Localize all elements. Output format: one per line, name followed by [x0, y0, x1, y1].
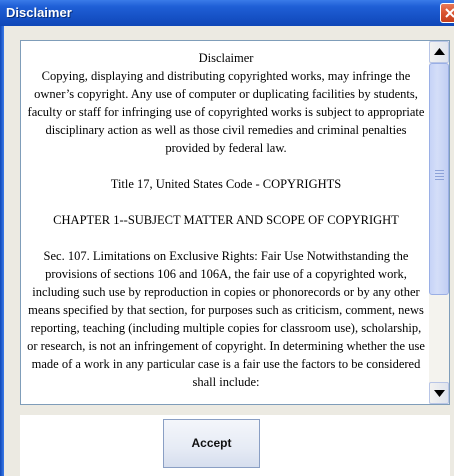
- arrow-down-icon: [434, 390, 445, 397]
- vertical-scrollbar[interactable]: [429, 41, 449, 404]
- grip-line: [435, 170, 444, 171]
- accept-button[interactable]: Accept: [163, 419, 260, 468]
- dialog-content: Disclaimer Copying, displaying and distr…: [4, 26, 454, 476]
- chapter-line: CHAPTER 1--SUBJECT MATTER AND SCOPE OF C…: [53, 213, 399, 227]
- button-bar: Accept: [20, 415, 450, 476]
- window-title: Disclaimer: [6, 5, 72, 20]
- arrow-up-icon: [434, 48, 445, 55]
- section107-text: Sec. 107. Limitations on Exclusive Right…: [27, 249, 425, 389]
- disclaimer-intro: Copying, displaying and distributing cop…: [27, 69, 425, 155]
- close-button[interactable]: [440, 3, 454, 23]
- close-icon: [445, 8, 454, 18]
- disclaimer-dialog: Disclaimer Disclaimer Copying, displayin…: [0, 0, 454, 476]
- grip-line: [435, 179, 444, 180]
- grip-line: [435, 173, 444, 174]
- title-bar[interactable]: Disclaimer: [0, 0, 454, 26]
- disclaimer-text: Disclaimer Copying, displaying and distr…: [25, 49, 427, 404]
- title17-line: Title 17, United States Code - COPYRIGHT…: [110, 177, 342, 191]
- grip-line: [435, 176, 444, 177]
- scroll-thumb[interactable]: [429, 63, 449, 295]
- scroll-up-button[interactable]: [429, 41, 449, 63]
- scroll-down-button[interactable]: [429, 382, 449, 404]
- disclaimer-text-area[interactable]: Disclaimer Copying, displaying and distr…: [20, 40, 450, 405]
- disclaimer-heading: Disclaimer: [198, 51, 254, 65]
